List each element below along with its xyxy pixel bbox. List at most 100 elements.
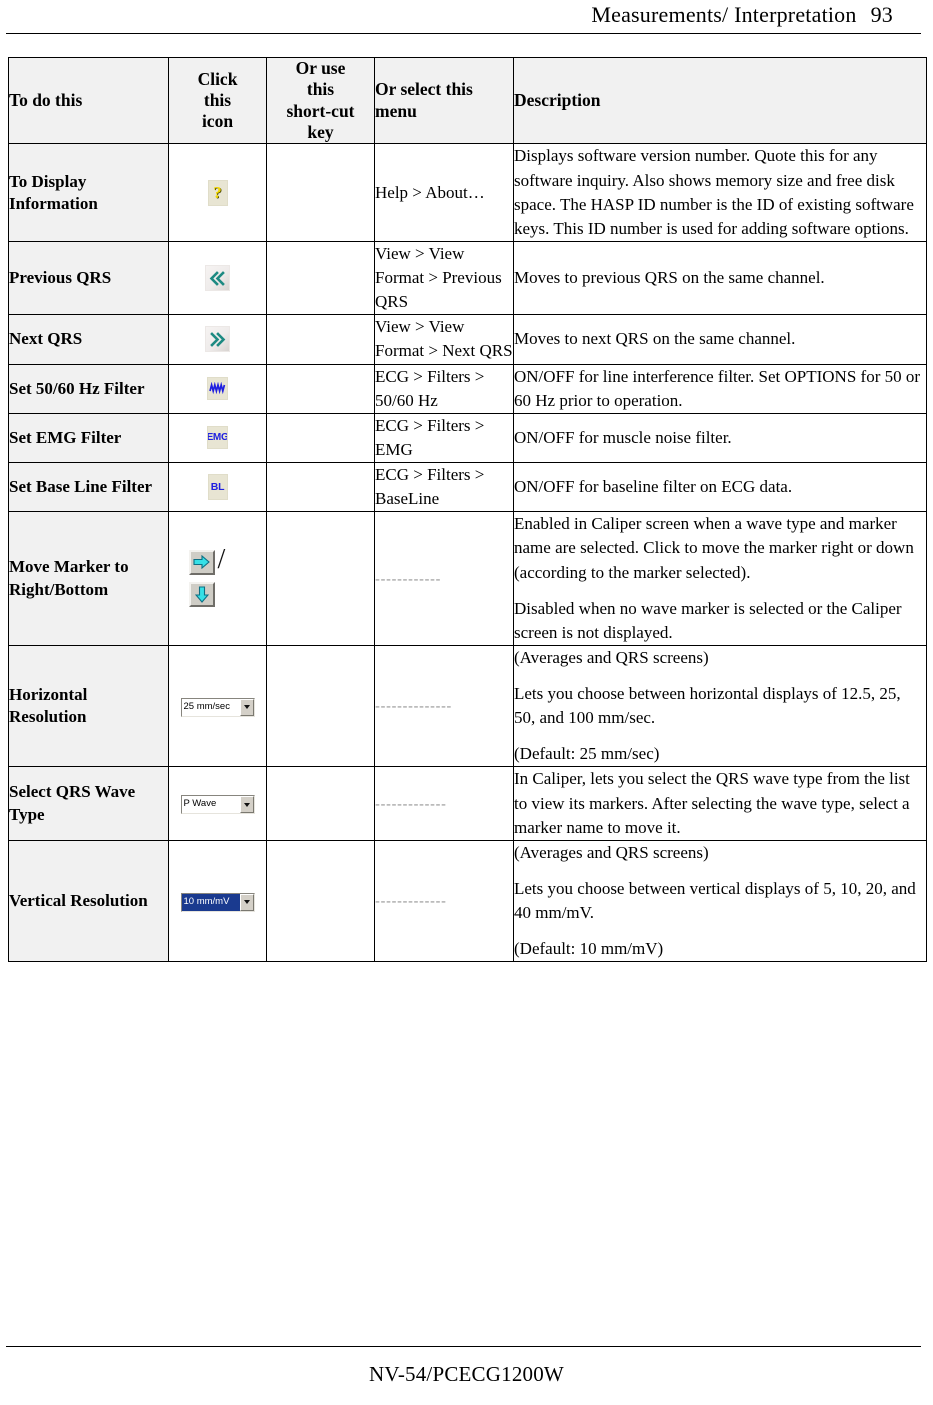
column-header-shortcut-line2: this <box>306 79 335 100</box>
row-description: ON/OFF for muscle noise filter. <box>513 412 927 464</box>
next-qrs-icon[interactable] <box>205 326 230 353</box>
row-icon-cell: 25 mm/sec <box>168 644 267 768</box>
row-action-label: Set EMG Filter <box>8 412 169 464</box>
line-filter-wave-icon[interactable] <box>207 377 228 401</box>
emg-filter-icon[interactable]: EMG <box>207 426 228 450</box>
column-header-todo: To do this <box>8 56 169 145</box>
previous-qrs-icon[interactable] <box>205 265 230 292</box>
description-paragraph: (Averages and QRS screens) <box>514 842 709 862</box>
chevron-down-icon[interactable] <box>239 796 254 814</box>
row-description: Displays software version number. Quote … <box>513 143 927 242</box>
description-paragraph: Moves to previous QRS on the same channe… <box>514 268 825 287</box>
row-icon-cell: / <box>168 511 267 646</box>
description-paragraph: ON/OFF for line interference filter. Set… <box>514 366 921 410</box>
description-paragraph: Displays software version number. Quote … <box>514 146 914 238</box>
baseline-filter-glyph: BL <box>210 480 225 493</box>
emg-filter-glyph: EMG <box>207 431 228 443</box>
row-icon-cell: 10 mm/mV <box>168 839 267 963</box>
row-menu-path: ------------ <box>374 511 514 646</box>
row-menu-path: ECG > Filters > BaseLine <box>374 461 514 513</box>
row-shortcut-cell <box>266 314 375 365</box>
table-row: Previous QRS View > View Format > Previo… <box>8 240 927 316</box>
row-shortcut-cell <box>266 644 375 768</box>
move-marker-arrows-icon: / <box>188 546 247 611</box>
vertical-resolution-combobox[interactable]: 10 mm/mV <box>180 892 255 912</box>
row-action-label: To Display Information <box>8 143 169 242</box>
row-icon-cell <box>168 314 267 365</box>
row-action-label: Horizontal Resolution <box>8 644 169 768</box>
row-description: (Averages and QRS screens) Lets you choo… <box>513 839 927 963</box>
row-menu-path: ------------- <box>374 766 514 841</box>
row-menu-path: Help > About… <box>374 143 514 242</box>
row-shortcut-cell <box>266 363 375 414</box>
menu-placeholder-dashes: ------------ <box>375 570 441 588</box>
description-paragraph: (Averages and QRS screens) <box>514 647 709 667</box>
table-row: Next QRS View > View Format > Next QRS M… <box>8 314 927 365</box>
column-header-shortcut-line1: Or use <box>295 58 346 78</box>
table-row: Set EMG Filter EMG ECG > Filters > EMG O… <box>8 412 927 464</box>
page-footer: NV-54/PCECG1200W <box>369 1362 564 1386</box>
row-icon-cell: ? <box>168 143 267 242</box>
row-action-label: Previous QRS <box>8 240 169 316</box>
header-text: Measurements/ Interpretation 93 <box>40 0 893 28</box>
move-marker-down-icon[interactable] <box>188 581 215 607</box>
row-icon-cell: EMG <box>168 412 267 464</box>
document-page: Measurements/ Interpretation 93 To do thi… <box>0 0 933 1405</box>
column-header-description: Description <box>513 56 927 145</box>
description-paragraph: ON/OFF for muscle noise filter. <box>514 427 732 447</box>
row-icon-cell <box>168 240 267 316</box>
row-menu-path: ------------- <box>374 839 514 963</box>
qrs-wave-type-combobox[interactable]: P Wave <box>180 795 255 815</box>
row-shortcut-cell <box>266 839 375 963</box>
column-header-icon-line3: icon <box>201 111 234 132</box>
chevron-down-icon[interactable] <box>239 698 254 716</box>
row-shortcut-cell <box>266 461 375 513</box>
column-header-icon-line1: Click <box>197 68 238 89</box>
horizontal-resolution-value: 25 mm/sec <box>183 700 230 712</box>
chevron-down-icon[interactable] <box>239 893 254 911</box>
description-paragraph: Enabled in Caliper screen when a wave ty… <box>514 514 914 582</box>
description-paragraph: ON/OFF for baseline filter on ECG data. <box>514 477 793 497</box>
row-description: Enabled in Caliper screen when a wave ty… <box>513 511 927 646</box>
description-paragraph: Disabled when no wave marker is selected… <box>514 598 902 642</box>
row-description: (Averages and QRS screens) Lets you choo… <box>513 644 927 768</box>
horizontal-resolution-combobox[interactable]: 25 mm/sec <box>180 697 255 717</box>
shortcuts-table-container: To do this Click this icon Or use this s… <box>8 56 927 963</box>
row-description: ON/OFF for baseline filter on ECG data. <box>513 461 927 513</box>
column-header-shortcut-line3: short-cut <box>286 100 355 121</box>
menu-placeholder-dashes: ------------- <box>375 795 447 813</box>
description-paragraph: In Caliper, lets you select the QRS wave… <box>514 769 910 837</box>
description-paragraph: Lets you choose between vertical display… <box>514 878 916 922</box>
qrs-wave-type-value: P Wave <box>183 798 217 810</box>
description-paragraph: Moves to next QRS on the same channel. <box>514 329 796 349</box>
baseline-filter-icon[interactable]: BL <box>207 474 228 501</box>
help-question-icon[interactable]: ? <box>207 179 228 206</box>
row-description: Moves to previous QRS on the same channe… <box>513 240 927 316</box>
description-paragraph: (Default: 10 mm/mV) <box>514 939 664 959</box>
footer-divider-rule <box>6 1346 921 1347</box>
description-paragraph: Lets you choose between horizontal displ… <box>514 684 901 728</box>
row-menu-path: ECG > Filters > 50/60 Hz <box>374 363 514 414</box>
row-description: Moves to next QRS on the same channel. <box>513 314 927 365</box>
table-row: Select QRS Wave Type P Wave ------------… <box>8 766 927 841</box>
row-menu-path: -------------- <box>374 644 514 768</box>
row-shortcut-cell <box>266 511 375 646</box>
row-shortcut-cell <box>266 143 375 242</box>
table-row: To Display Information ? Help > About… D… <box>8 143 927 242</box>
move-marker-right-icon[interactable] <box>188 549 215 575</box>
row-shortcut-cell <box>266 766 375 841</box>
column-header-shortcut-line4: key <box>307 122 334 143</box>
row-action-label: Vertical Resolution <box>8 839 169 963</box>
row-shortcut-cell <box>266 412 375 464</box>
row-description: In Caliper, lets you select the QRS wave… <box>513 766 927 841</box>
table-row: Move Marker to Right/Bottom / ----------… <box>8 511 927 646</box>
help-question-glyph: ? <box>213 183 222 203</box>
table-header-row: To do this Click this icon Or use this s… <box>8 56 927 145</box>
row-menu-path: View > View Format > Next QRS <box>374 314 514 365</box>
column-header-shortcut: Or use this short-cut key <box>266 56 375 145</box>
row-menu-path: ECG > Filters > EMG <box>374 412 514 464</box>
row-shortcut-cell <box>266 240 375 316</box>
row-action-label: Set 50/60 Hz Filter <box>8 363 169 414</box>
table-row: Set 50/60 Hz Filter ECG > Filters > 50/6… <box>8 363 927 414</box>
column-header-icon-line2: this <box>203 90 232 111</box>
